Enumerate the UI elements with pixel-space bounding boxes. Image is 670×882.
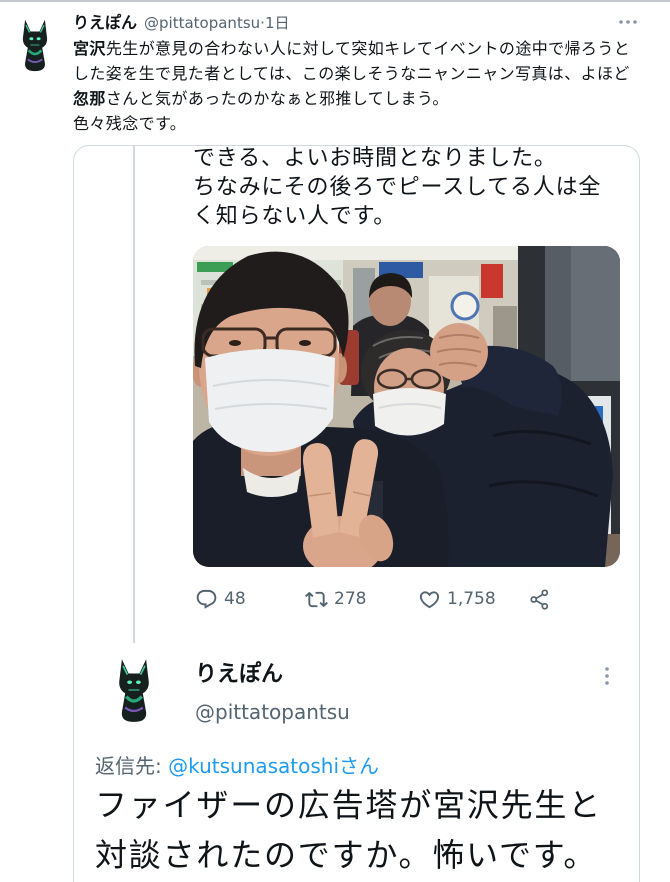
share-icon <box>530 588 549 610</box>
reply-tweet-text: ファイザーの広告塔が宮沢先生と 対談されたのですか。怖いです。 <box>95 780 602 880</box>
replying-to-user-link[interactable]: @kutsunasatoshi <box>168 754 339 778</box>
retweet-count: 278 <box>334 589 367 609</box>
thread-connector-line <box>133 146 135 643</box>
top-divider <box>0 0 670 2</box>
tweet-text: 宮沢先生が意見の合わない人に対して突如キレてイベントの途中で帰ろうと した姿を生… <box>73 36 630 136</box>
like-count: 1,758 <box>447 589 496 609</box>
reply-text-line: ファイザーの広告塔が宮沢先生と <box>95 786 603 824</box>
tweet-photo[interactable]: owel <box>193 246 620 567</box>
reply-icon <box>196 589 217 609</box>
author-name[interactable]: りえぽん <box>73 12 137 34</box>
reply-author-handle[interactable]: @pittatopantsu <box>195 698 350 726</box>
tweet-text-line: 忽那さんと気があったのかなぁと邪推してしまう。 <box>73 86 630 111</box>
photo-raised-fist <box>430 323 488 381</box>
quoted-thread-card[interactable]: できる、よいお時間となりました。 ちなみにその後ろでピースしてる人は全 く知らな… <box>73 145 640 882</box>
share-button[interactable] <box>528 588 551 610</box>
more-horizontal-icon <box>619 20 637 24</box>
text-segment: した姿を生で見た者としては、この楽しそうなニャンニャン写真は、よほど <box>73 64 630 83</box>
retweet-icon <box>305 591 328 607</box>
reply-author-name[interactable]: りえぽん <box>195 661 283 689</box>
tweet-header: りえぽん @pittatopantsu · 1日 <box>73 12 289 34</box>
author-avatar[interactable] <box>6 16 64 74</box>
reply-more-options-button[interactable] <box>599 664 615 688</box>
tweet-text-line: した姿を生で見た者としては、この楽しそうなニャンニャン写真は、よほど <box>73 61 630 86</box>
more-vertical-icon <box>605 667 609 685</box>
twitter-screen: りえぽん @pittatopantsu · 1日 宮沢先生が意見の合わない人に対… <box>0 0 670 882</box>
bold-name-segment: 宮沢 <box>73 39 106 58</box>
text-segment: 色々残念です。 <box>73 114 187 133</box>
replying-to-label: 返信先: <box>95 754 169 778</box>
retweet-button[interactable]: 278 <box>305 588 366 610</box>
cat-avatar-icon <box>22 19 48 72</box>
like-button[interactable]: 1,758 <box>418 588 496 610</box>
text-segment: さんと気があったのかなぁと邪推してしまう。 <box>105 89 449 108</box>
tweet-text-line: 色々残念です。 <box>73 111 630 136</box>
thread-text-line: く知らない人です。 <box>193 204 397 229</box>
like-icon <box>419 590 440 608</box>
reply-text-line: 対談されたのですか。怖いです。 <box>95 836 598 874</box>
thread-tweet-text: できる、よいお時間となりました。 ちなみにその後ろでピースしてる人は全 く知らな… <box>193 146 602 231</box>
tweet-timestamp[interactable]: 1日 <box>265 12 290 34</box>
reply-author-avatar[interactable] <box>98 654 170 726</box>
thread-text-line: ちなみにその後ろでピースしてる人は全 <box>193 175 602 200</box>
replying-to-honorific[interactable]: さん <box>339 754 379 778</box>
tweet-text-line: 宮沢先生が意見の合わない人に対して突如キレてイベントの途中で帰ろうと <box>73 36 630 61</box>
bold-name-segment: 忽那 <box>73 89 106 108</box>
photo-image: owel <box>193 246 620 567</box>
reply-count: 48 <box>224 589 246 609</box>
replying-to-line: 返信先: @kutsunasatoshiさん <box>95 752 379 780</box>
text-segment: 先生が意見の合わない人に対して突如キレてイベントの途中で帰ろうと <box>105 39 631 58</box>
author-handle[interactable]: @pittatopantsu <box>144 12 260 34</box>
thread-text-line: できる、よいお時間となりました。 <box>193 146 557 171</box>
reply-button[interactable]: 48 <box>195 588 246 610</box>
more-options-button[interactable] <box>617 14 639 30</box>
cat-avatar-icon <box>119 659 149 722</box>
